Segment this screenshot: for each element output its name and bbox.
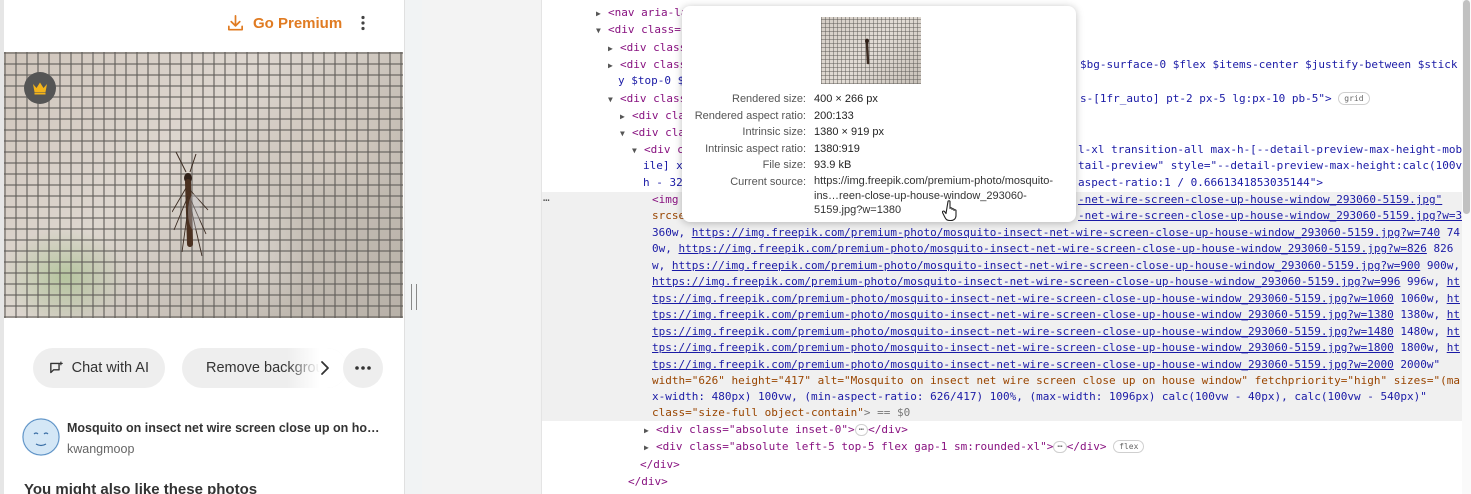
expand-triangle-icon[interactable]: ▶ [620,109,632,125]
rendered-aspect-value: 200:133 [814,109,854,122]
photo-title[interactable]: Mosquito on insect net wire screen close… [67,421,387,435]
dom-attr-text: aspect-ratio:1 / 0.6661341853035144"> [1078,176,1324,189]
resize-handle[interactable] [411,284,417,310]
tooltip-row: File size: 93.9 kB [682,157,1076,173]
dom-attr-text: $bg-surface-0 $flex $items-center $justi… [1080,58,1458,71]
img-attrs-line: width="626" height="417" alt="Mosquito o… [652,374,1460,387]
img-attrs-line: class="size-full object-contain"> == $0 [652,406,911,419]
scrollbar[interactable] [1462,0,1471,494]
chat-ai-icon [50,361,63,374]
dom-node[interactable]: ▼ <div cla [620,125,685,141]
chevron-right-icon[interactable] [315,358,335,378]
closing-tag[interactable]: </div> [640,457,680,473]
tooltip-row: Intrinsic size: 1380 × 919 px [682,124,1076,140]
chat-with-ai-label: Chat with AI [71,360,149,376]
rendered-size-label: Rendered size: [732,93,806,105]
dom-node[interactable]: ▼ <div c [632,142,684,158]
more-actions-button[interactable] [343,348,383,388]
dom-attr-text: -net-wire-screen-close-up-house-window_2… [1078,193,1443,206]
node-actions-ellipsis[interactable]: … [543,191,550,204]
dom-attr-text: y $top-0 $ [618,74,685,87]
photo-preview[interactable] [4,52,403,318]
srcset-line: tps://img.freepik.com/premium-photo/mosq… [652,358,1441,371]
premium-badge [24,72,56,104]
srcset-line: tps://img.freepik.com/premium-photo/mosq… [652,341,1460,354]
dom-tree-gutter [422,0,541,494]
intrinsic-size-label: Intrinsic size: [742,126,806,138]
flex-badge[interactable]: flex [1113,440,1145,453]
current-source-value[interactable]: https://img.freepik.com/premium-photo/mo… [814,174,1054,218]
tooltip-row: Rendered size: 400 × 266 px [682,91,1076,107]
expand-triangle-icon[interactable]: ▶ [644,440,656,456]
tooltip-thumbnail [821,17,921,84]
dom-node[interactable]: ▶ <div class="absolute left-5 top-5 flex … [644,439,1145,456]
dom-attr-text: tail-preview" style="--detail-preview-ma… [1078,159,1463,172]
collapse-triangle-icon[interactable]: ▼ [596,23,608,39]
expand-triangle-icon[interactable]: ▶ [596,6,608,22]
srcset-line: 0w, https://img.freepik.com/premium-phot… [652,242,1454,255]
srcset-line: tps://img.freepik.com/premium-photo/mosq… [652,308,1460,321]
go-premium-label: Go Premium [253,14,343,32]
srcset-line: 360w, https://img.freepik.com/premium-ph… [652,226,1460,239]
image-preview-tooltip: Rendered size: 400 × 266 px Rendered asp… [682,6,1076,222]
dom-node[interactable]: ▼ <div class [608,91,686,107]
srcset-line: tps://img.freepik.com/premium-photo/mosq… [652,292,1460,305]
rendered-size-value: 400 × 266 px [814,93,878,105]
closing-tag[interactable]: </div> [628,474,668,490]
collapse-triangle-icon[interactable]: ▼ [608,92,620,108]
expand-triangle-icon[interactable]: ▶ [644,423,656,439]
more-icon [355,366,371,370]
chat-with-ai-button[interactable]: Chat with AI [33,348,165,388]
dom-node[interactable]: ▶ <nav aria-la [596,5,687,21]
mosquito-image [865,38,870,65]
srcset-line: tps://img.freepik.com/premium-photo/mosq… [652,325,1460,338]
avatar[interactable] [22,418,60,456]
dom-attr-text: ile] x [643,159,683,172]
related-photos-heading: You might also like these photos [24,481,258,494]
srcset-line: https://img.freepik.com/premium-photo/mo… [652,275,1460,288]
collapsed-children-badge[interactable]: ⋯ [1053,441,1067,453]
tooltip-row: Rendered aspect ratio: 200:133 [682,108,1076,124]
download-icon [227,14,244,31]
current-source-label: Current source: [730,175,806,188]
grid-badge[interactable]: grid [1338,92,1370,105]
scrollbar-thumb[interactable] [1463,0,1470,214]
expand-triangle-icon[interactable]: ▶ [608,58,620,74]
expand-triangle-icon[interactable]: ▶ [608,41,620,57]
mosquito-image [172,152,209,257]
avatar-face-icon [22,418,60,456]
collapsed-children-badge[interactable]: ⋯ [854,424,869,436]
dom-attr-text: l-xl transition-all max-h-[--detail-prev… [1078,143,1463,156]
intrinsic-size-value: 1380 × 919 px [814,126,885,138]
dom-node[interactable]: ▶ <div class="absolute inset-0"> ⋯ </div> [644,422,908,438]
selected-img-node[interactable]: <img [652,192,679,208]
author-name[interactable]: kwangmoop [67,442,134,456]
dom-node[interactable]: ▶ <div cla [620,108,685,124]
dom-node[interactable]: ▼ <div class=" [596,22,687,38]
crown-icon [33,82,47,95]
intrinsic-aspect-value: 1380:919 [814,142,860,155]
dom-attr-text: s-[1fr_auto] pt-2 px-5 lg:px-10 pb-5"> g… [1080,91,1370,107]
panel-splitter [404,0,422,494]
dom-attr-text: h - 32 [643,176,683,189]
dom-node[interactable]: ▶ <div class [608,57,686,73]
dom-attr-text: srcse [652,209,686,222]
collapse-triangle-icon[interactable]: ▼ [632,143,644,159]
rendered-aspect-label: Rendered aspect ratio: [694,109,806,122]
img-attrs-line: x-width: 480px) 100vw, (min-aspect-ratio… [652,390,1427,403]
hand-cursor-icon [942,200,957,222]
kebab-menu-button[interactable] [352,12,374,34]
kebab-icon [361,15,365,31]
intrinsic-aspect-label: Intrinsic aspect ratio: [705,142,806,155]
dom-node[interactable]: ▶ <div class [608,40,686,56]
collapse-triangle-icon[interactable]: ▼ [620,126,632,142]
file-size-value: 93.9 kB [814,159,852,171]
tooltip-row: Intrinsic aspect ratio: 1380:919 [682,141,1076,157]
dom-attr-text: -net-wire-screen-close-up-house-window_2… [1078,209,1471,222]
go-premium-button[interactable]: Go Premium [226,12,342,34]
file-size-label: File size: [762,159,806,171]
app-panel: Go Premium Chat with AI Remove backgroun… [0,0,404,494]
srcset-line: w, https://img.freepik.com/premium-photo… [652,259,1460,272]
